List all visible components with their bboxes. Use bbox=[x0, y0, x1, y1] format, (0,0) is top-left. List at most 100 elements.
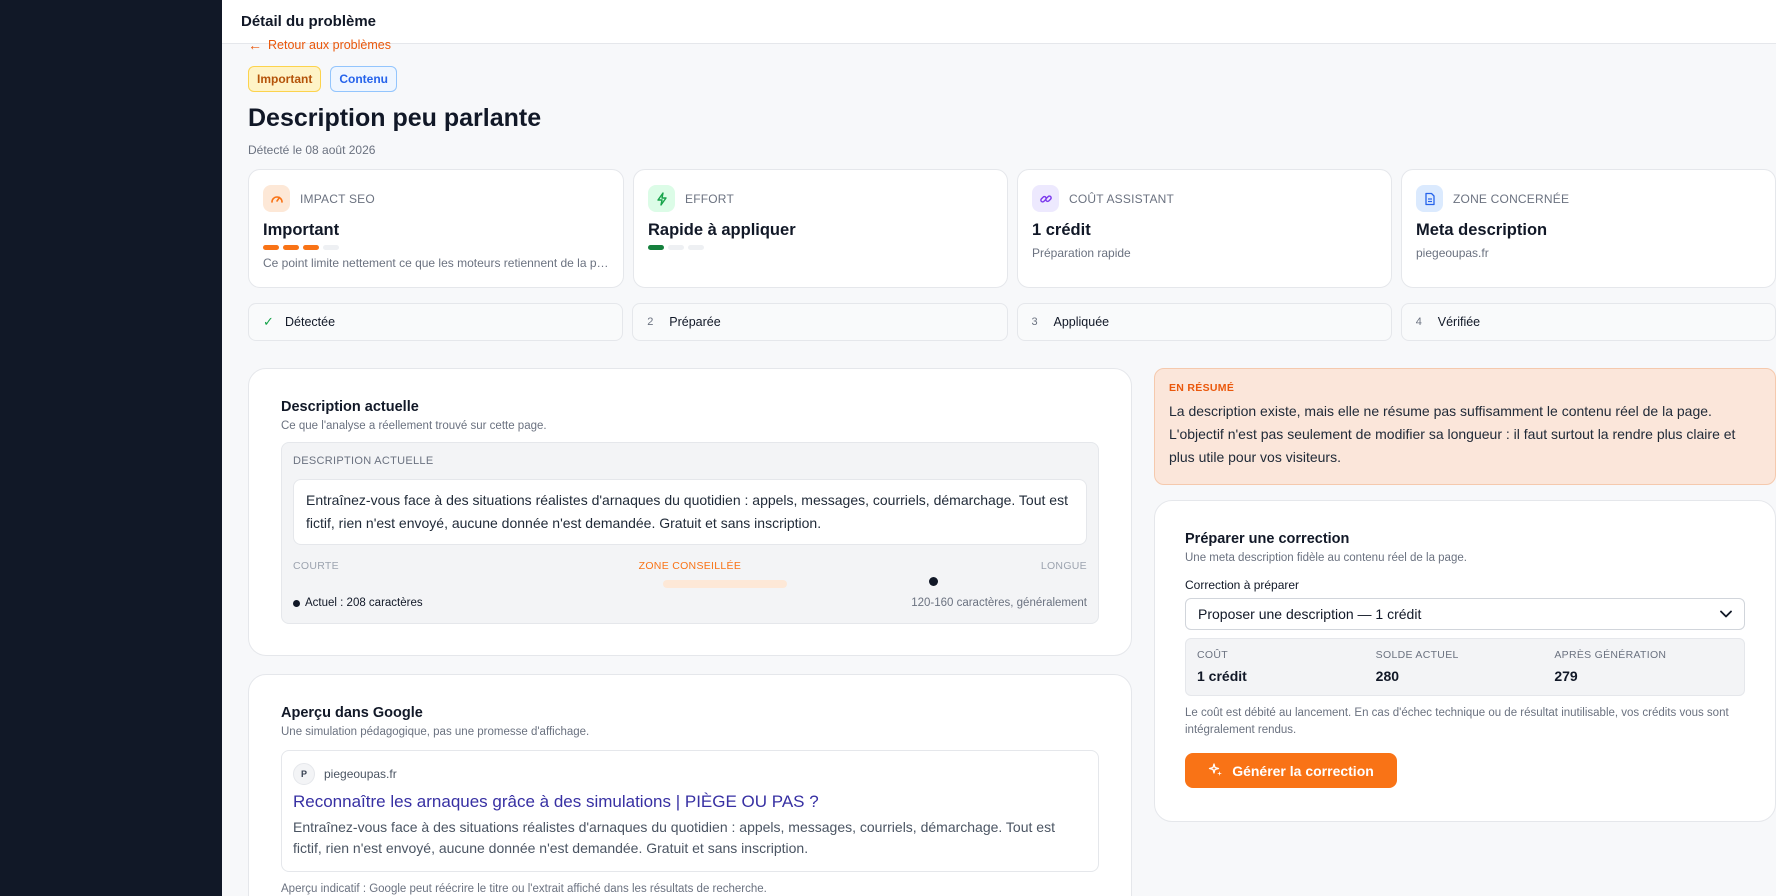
right-column: EN RÉSUMÉ La description existe, mais el… bbox=[1154, 368, 1776, 822]
credit-value: 280 bbox=[1375, 668, 1400, 684]
metric-zone: ZONE CONCERNÉE Meta description piegeoup… bbox=[1401, 169, 1776, 288]
main-area: Détail du problème ← Retour aux problème… bbox=[222, 0, 1776, 896]
metric-cost: COÛT ASSISTANT 1 crédit Préparation rapi… bbox=[1017, 169, 1392, 288]
progress-steps: ✓ Détectée 2 Préparée 3 Appliquée 4 Véri… bbox=[248, 303, 1776, 341]
correction-field-label: Correction à préparer bbox=[1185, 578, 1300, 592]
step-label: Détectée bbox=[285, 315, 336, 329]
serp-site: P piegeoupas.fr bbox=[293, 763, 1087, 785]
metric-label: IMPACT SEO bbox=[300, 191, 375, 206]
metric-value: Important bbox=[263, 221, 340, 239]
step-number: 2 bbox=[647, 316, 654, 328]
credits-summary: COÛT 1 crédit SOLDE ACTUEL 280 APRÈS GÉN… bbox=[1185, 638, 1745, 696]
chevron-down-icon bbox=[1720, 607, 1732, 621]
check-icon: ✓ bbox=[263, 314, 274, 329]
level-pip bbox=[648, 245, 664, 250]
step-detected: ✓ Détectée bbox=[248, 303, 624, 341]
level-pip bbox=[668, 245, 684, 250]
serp-preview: P piegeoupas.fr Reconnaître les arnaques… bbox=[281, 750, 1099, 872]
prepare-correction-card: Préparer une correction Une meta descrip… bbox=[1154, 500, 1776, 822]
serp-title-link[interactable]: Reconnaître les arnaques grâce à des sim… bbox=[293, 792, 1087, 812]
back-link[interactable]: ← Retour aux problèmes bbox=[248, 38, 1776, 52]
card-subtitle: Une meta description fidèle au contenu r… bbox=[1185, 552, 1467, 564]
summary-text: La description existe, mais elle ne résu… bbox=[1169, 403, 1736, 465]
metric-effort: EFFORT Rapide à appliquer bbox=[633, 169, 1008, 288]
credit-label: SOLDE ACTUEL bbox=[1375, 649, 1459, 661]
step-label: Vérifiée bbox=[1437, 315, 1481, 329]
effort-level bbox=[648, 245, 993, 250]
level-pip bbox=[688, 245, 704, 250]
favicon-icon: P bbox=[293, 763, 315, 785]
step-applied: 3 Appliquée bbox=[1016, 303, 1392, 341]
credit-value: 1 crédit bbox=[1197, 668, 1247, 684]
level-pip bbox=[263, 245, 279, 250]
badges: Important Contenu bbox=[248, 66, 1776, 92]
back-link-label: Retour aux problèmes bbox=[268, 38, 391, 52]
card-subtitle: Une simulation pédagogique, pas une prom… bbox=[281, 726, 590, 738]
step-number: 4 bbox=[1415, 316, 1422, 328]
current-description-card: Description actuelle Ce que l'analyse a … bbox=[248, 368, 1132, 656]
description-box-label: DESCRIPTION ACTUELLE bbox=[293, 455, 434, 467]
preview-disclaimer: Aperçu indicatif : Google peut réécrire … bbox=[281, 883, 767, 895]
serp-site-name: piegeoupas.fr bbox=[324, 767, 397, 781]
credit-cost: COÛT 1 crédit bbox=[1197, 649, 1376, 685]
metric-label: ZONE CONCERNÉE bbox=[1453, 191, 1570, 206]
header-title: Détail du problème bbox=[241, 13, 377, 30]
app-sidebar bbox=[0, 0, 222, 896]
metric-value: Meta description bbox=[1416, 221, 1548, 239]
dot-icon bbox=[293, 599, 300, 607]
category-badge: Contenu bbox=[330, 66, 397, 92]
credit-balance: SOLDE ACTUEL 280 bbox=[1376, 649, 1555, 685]
credit-value: 279 bbox=[1554, 668, 1578, 684]
page-title: Description peu parlante bbox=[248, 104, 542, 132]
step-prepared: 2 Préparée bbox=[632, 303, 1008, 341]
document-icon bbox=[1416, 185, 1443, 212]
content: ← Retour aux problèmes Important Contenu… bbox=[248, 38, 1776, 896]
description-box: DESCRIPTION ACTUELLE Entraînez-vous face… bbox=[281, 442, 1099, 624]
metrics-row: IMPACT SEO Important Ce point limite net… bbox=[248, 169, 1776, 288]
metric-sub: Ce point limite nettement ce que les mot… bbox=[263, 256, 609, 270]
current-length-label: Actuel : 208 caractères bbox=[305, 597, 423, 609]
select-value: Proposer une description — 1 crédit bbox=[1198, 606, 1422, 622]
severity-badge: Important bbox=[248, 66, 322, 92]
scale-zone-label: ZONE CONSEILLÉE bbox=[638, 560, 742, 572]
impact-level bbox=[263, 245, 609, 250]
length-scale-footer: Actuel : 208 caractères 120-160 caractèr… bbox=[293, 597, 1087, 609]
detected-date: Détecté le 08 août 2026 bbox=[248, 143, 376, 157]
left-column: Description actuelle Ce que l'analyse a … bbox=[248, 368, 1132, 896]
correction-select[interactable]: Proposer une description — 1 crédit bbox=[1185, 598, 1745, 630]
metric-sub: Préparation rapide bbox=[1032, 246, 1131, 260]
length-scale-labels: COURTE ZONE CONSEILLÉE LONGUE bbox=[293, 560, 1087, 572]
summary-label: EN RÉSUMÉ bbox=[1169, 382, 1235, 394]
bolt-icon bbox=[648, 185, 675, 212]
metric-impact-seo: IMPACT SEO Important Ce point limite net… bbox=[248, 169, 624, 288]
metric-label: EFFORT bbox=[685, 191, 734, 206]
metric-label: COÛT ASSISTANT bbox=[1069, 191, 1175, 206]
step-label: Appliquée bbox=[1053, 315, 1110, 329]
step-number: 3 bbox=[1031, 316, 1038, 328]
step-verified: 4 Vérifiée bbox=[1400, 303, 1776, 341]
current-length: Actuel : 208 caractères bbox=[293, 597, 423, 609]
step-label: Préparée bbox=[669, 315, 721, 329]
generate-button-label: Générer la correction bbox=[1232, 762, 1374, 779]
current-length-marker bbox=[929, 577, 938, 586]
scale-short-label: COURTE bbox=[293, 560, 339, 572]
gauge-icon bbox=[263, 185, 290, 212]
credit-after: APRÈS GÉNÉRATION 279 bbox=[1554, 649, 1733, 685]
current-description-text: Entraînez-vous face à des situations réa… bbox=[293, 479, 1087, 545]
scale-long-label: LONGUE bbox=[1040, 560, 1087, 572]
metric-value: Rapide à appliquer bbox=[648, 221, 796, 239]
summary-panel: EN RÉSUMÉ La description existe, mais el… bbox=[1154, 368, 1776, 485]
link-icon bbox=[1032, 185, 1059, 212]
credit-label: COÛT bbox=[1197, 649, 1228, 661]
level-pip bbox=[323, 245, 339, 250]
sparkles-icon bbox=[1208, 762, 1223, 780]
generate-correction-button[interactable]: Générer la correction bbox=[1185, 753, 1397, 788]
card-title: Préparer une correction bbox=[1185, 531, 1350, 547]
recommended-range: 120-160 caractères, généralement bbox=[911, 597, 1087, 609]
card-subtitle: Ce que l'analyse a réellement trouvé sur… bbox=[281, 420, 547, 432]
google-preview-card: Aperçu dans Google Une simulation pédago… bbox=[248, 674, 1132, 896]
length-scale bbox=[293, 576, 1087, 590]
credit-note: Le coût est débité au lancement. En cas … bbox=[1185, 707, 1729, 736]
card-title: Aperçu dans Google bbox=[281, 705, 423, 721]
arrow-left-icon: ← bbox=[248, 37, 262, 53]
